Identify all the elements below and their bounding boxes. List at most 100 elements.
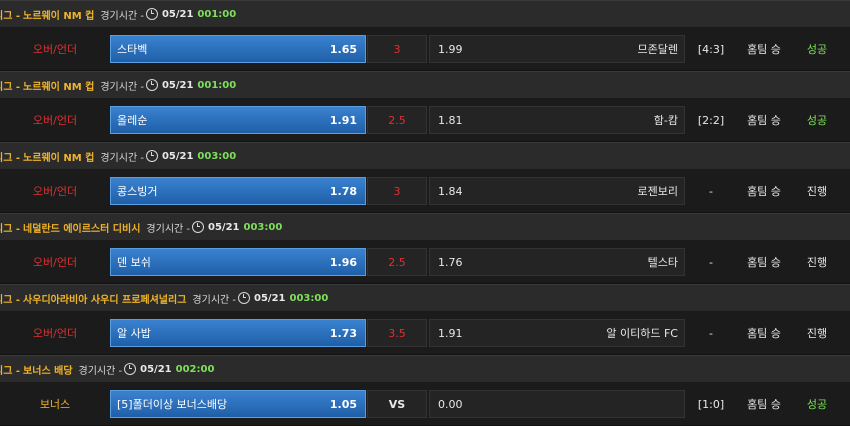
- home-team: 올레순: [117, 114, 148, 127]
- pick: 홈팀 승: [747, 256, 781, 269]
- score: [1:0]: [697, 397, 725, 411]
- home-team: 콩스빙거: [117, 185, 158, 198]
- match-time: 002:00: [175, 363, 215, 375]
- away-odds-button[interactable]: 1.76 텔스타: [429, 248, 685, 276]
- home-odds-button[interactable]: 스타벡 1.65: [110, 35, 366, 63]
- bet-history-list: 리그 - 노르웨이 NM 컵 경기시간 - 05/21 001:00 오버/언더…: [0, 0, 850, 426]
- away-team: 로젠보리: [637, 185, 678, 198]
- home-odds-button[interactable]: 덴 보쉬 1.96: [110, 248, 366, 276]
- score: -: [709, 326, 713, 340]
- league-header: 리그 - 보너스 배당 경기시간 - 05/21 002:00: [0, 355, 850, 383]
- match-date: 05/21: [140, 363, 172, 375]
- line-cell[interactable]: 2.5: [367, 106, 427, 134]
- home-odds-button[interactable]: 콩스빙거 1.78: [110, 177, 366, 205]
- match-date: 05/21: [161, 150, 194, 162]
- bet-type: 오버/언더: [32, 185, 78, 198]
- clock-icon: [145, 8, 158, 20]
- away-team: 알 이티하드 FC: [606, 327, 678, 340]
- away-odds: 1.84: [438, 184, 463, 198]
- league-name: 사우디아라비아 사우디 프로페셔널리그: [23, 294, 187, 306]
- match-time: 003:00: [197, 150, 237, 162]
- away-odds-button[interactable]: 1.84 로젠보리: [429, 177, 685, 205]
- result-status: 진행: [806, 185, 828, 198]
- match-time-label: 경기시간 -: [100, 10, 144, 22]
- result-status: 진행: [806, 256, 828, 269]
- league-name: 노르웨이 NM 컵: [23, 81, 95, 93]
- match-time: 003:00: [243, 221, 283, 233]
- pick: 홈팀 승: [747, 43, 781, 56]
- home-odds: 1.05: [329, 397, 357, 411]
- league-prefix: 리그 -: [0, 294, 21, 306]
- away-odds: 1.91: [438, 326, 463, 340]
- match-time: 001:00: [197, 79, 237, 91]
- match-time-label: 경기시간 -: [100, 81, 144, 93]
- clock-icon: [124, 363, 137, 375]
- pick: 홈팀 승: [747, 398, 781, 411]
- clock-icon: [145, 79, 158, 91]
- bet-row: 보너스 [5]폴더이상 보너스배당 1.05 VS 0.00 [1:0] 홈팀 …: [0, 383, 850, 426]
- bet-row: 오버/언더 콩스빙거 1.78 3 1.84 로젠보리 - 홈팀 승 진행: [0, 170, 850, 213]
- away-odds: 0.00: [438, 397, 463, 411]
- bet-row: 오버/언더 올레순 1.91 2.5 1.81 함-캄 [2:2] 홈팀 승 성…: [0, 99, 850, 142]
- match-date: 05/21: [161, 79, 194, 91]
- league-name: 네덜란드 에이르스터 디비시: [23, 223, 141, 235]
- clock-icon: [145, 150, 158, 162]
- bet-row: 오버/언더 덴 보쉬 1.96 2.5 1.76 텔스타 - 홈팀 승 진행: [0, 241, 850, 284]
- match-time-label: 경기시간 -: [192, 294, 237, 306]
- away-odds-button[interactable]: 1.99 므존달렌: [429, 35, 685, 63]
- clock-icon: [238, 292, 251, 304]
- pick: 홈팀 승: [747, 185, 781, 198]
- result-status: 성공: [806, 114, 828, 127]
- match-time-label: 경기시간 -: [146, 223, 191, 235]
- match-date: 05/21: [254, 292, 286, 304]
- pick: 홈팀 승: [747, 114, 781, 127]
- bet-type: 보너스: [39, 398, 71, 411]
- clock-icon: [192, 221, 205, 233]
- away-odds: 1.76: [438, 255, 463, 269]
- home-team: 스타벡: [117, 43, 148, 56]
- bet-type: 오버/언더: [32, 256, 78, 269]
- home-odds-button[interactable]: 올레순 1.91: [110, 106, 366, 134]
- away-odds-button[interactable]: 1.91 알 이티하드 FC: [429, 319, 685, 347]
- league-prefix: 리그 -: [0, 152, 21, 164]
- home-team: [5]폴더이상 보너스배당: [117, 398, 228, 411]
- home-odds-button[interactable]: [5]폴더이상 보너스배당 1.05: [110, 390, 366, 418]
- away-odds-button[interactable]: 0.00: [429, 390, 685, 418]
- away-team: 함-캄: [653, 114, 678, 127]
- match-date: 05/21: [208, 221, 240, 233]
- home-odds: 1.78: [329, 184, 357, 198]
- line-cell[interactable]: 3: [367, 35, 427, 63]
- bet-type: 오버/언더: [32, 114, 78, 127]
- home-odds: 1.73: [329, 326, 357, 340]
- score: [2:2]: [697, 113, 725, 127]
- score: -: [709, 255, 713, 269]
- vs-cell[interactable]: VS: [367, 390, 427, 418]
- result-status: 성공: [806, 398, 828, 411]
- away-odds-button[interactable]: 1.81 함-캄: [429, 106, 685, 134]
- away-odds: 1.81: [438, 113, 463, 127]
- league-prefix: 리그 -: [0, 81, 21, 93]
- score: [4:3]: [697, 42, 725, 56]
- league-header: 리그 - 노르웨이 NM 컵 경기시간 - 05/21 003:00: [0, 142, 850, 170]
- line-cell[interactable]: 2.5: [367, 248, 427, 276]
- home-odds: 1.65: [329, 42, 357, 56]
- league-prefix: 리그 -: [0, 365, 21, 377]
- home-odds-button[interactable]: 알 사밥 1.73: [110, 319, 366, 347]
- line-cell[interactable]: 3.5: [367, 319, 427, 347]
- league-prefix: 리그 -: [0, 10, 21, 22]
- league-header: 리그 - 네덜란드 에이르스터 디비시 경기시간 - 05/21 003:00: [0, 213, 850, 241]
- away-team: 텔스타: [647, 256, 678, 269]
- result-status: 진행: [806, 327, 828, 340]
- score: -: [709, 184, 713, 198]
- match-date: 05/21: [161, 8, 194, 20]
- league-name: 노르웨이 NM 컵: [23, 152, 95, 164]
- league-header: 리그 - 사우디아라비아 사우디 프로페셔널리그 경기시간 - 05/21 00…: [0, 284, 850, 312]
- home-odds: 1.96: [329, 255, 357, 269]
- line-cell[interactable]: 3: [367, 177, 427, 205]
- match-time-label: 경기시간 -: [78, 365, 123, 377]
- league-header: 리그 - 노르웨이 NM 컵 경기시간 - 05/21 001:00: [0, 71, 850, 99]
- bet-row: 오버/언더 알 사밥 1.73 3.5 1.91 알 이티하드 FC - 홈팀 …: [0, 312, 850, 355]
- pick: 홈팀 승: [747, 327, 781, 340]
- away-team: 므존달렌: [637, 43, 678, 56]
- league-name: 노르웨이 NM 컵: [23, 10, 95, 22]
